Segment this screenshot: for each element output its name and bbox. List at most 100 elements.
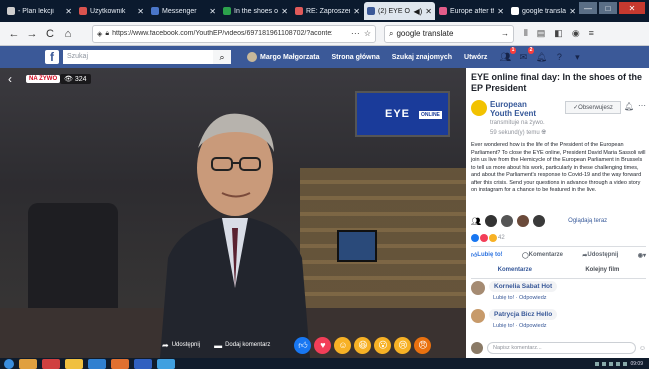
- close-tab-icon[interactable]: ✕: [425, 7, 432, 16]
- tray-icon[interactable]: [595, 361, 600, 366]
- share-button[interactable]: ➦ Udostępnij: [162, 341, 200, 350]
- tab-comments[interactable]: Komentarze: [498, 267, 532, 273]
- haha-reaction-icon[interactable]: 😆︎: [354, 336, 372, 354]
- reload-icon[interactable]: C: [42, 28, 58, 40]
- search-go-icon[interactable]: →: [501, 29, 509, 38]
- messenger-icon[interactable]: ✉ 2: [517, 47, 535, 63]
- like-button[interactable]: 👍︎ Lubię to!: [471, 251, 503, 259]
- audience-selector[interactable]: ◉▾: [638, 251, 646, 259]
- facebook-search-input[interactable]: Szukaj: [63, 50, 213, 64]
- help-icon[interactable]: ?: [553, 51, 565, 63]
- browser-tab[interactable]: google translate✕: [508, 2, 579, 20]
- close-tab-icon[interactable]: ✕: [209, 7, 216, 16]
- forward-arrow-icon[interactable]: →: [24, 28, 40, 40]
- avatar[interactable]: [500, 214, 515, 228]
- comment-like-link[interactable]: Lubię to!: [493, 323, 514, 329]
- minimize-icon[interactable]: —: [579, 2, 597, 14]
- close-tab-icon[interactable]: ✕: [65, 7, 72, 16]
- back-arrow-icon[interactable]: ‹: [8, 72, 12, 86]
- start-button-icon[interactable]: [4, 358, 14, 369]
- like-reaction-icon[interactable]: 👍︎: [294, 336, 312, 354]
- tray-icon[interactable]: [623, 361, 628, 366]
- page-actions-icon[interactable]: ⋯: [351, 28, 360, 39]
- comment-like-link[interactable]: Lubię to!: [493, 295, 514, 301]
- back-arrow-icon[interactable]: ←: [6, 28, 22, 40]
- dropdown-icon[interactable]: ▾: [571, 51, 583, 63]
- tab-next-video[interactable]: Kolejny film: [585, 267, 619, 273]
- avatar[interactable]: [471, 309, 485, 323]
- close-tab-icon[interactable]: ✕: [569, 7, 576, 16]
- home-icon[interactable]: ⌂: [60, 28, 76, 40]
- page-name-link[interactable]: European Youth Event: [490, 100, 542, 118]
- avatar[interactable]: [471, 281, 485, 295]
- taskbar-app-icon[interactable]: [157, 358, 175, 369]
- reader-icon[interactable]: ▤: [537, 28, 546, 39]
- more-options-icon[interactable]: ⋯: [638, 101, 646, 110]
- comment-author[interactable]: Kornelia Sabat Hot: [489, 281, 558, 292]
- taskbar-app-icon[interactable]: [88, 358, 106, 369]
- close-window-icon[interactable]: ✕: [619, 2, 645, 14]
- close-tab-icon[interactable]: ✕: [137, 7, 144, 16]
- close-tab-icon[interactable]: ✕: [353, 7, 360, 16]
- speaker-icon[interactable]: ◀): [413, 7, 422, 16]
- close-tab-icon[interactable]: ✕: [281, 7, 288, 16]
- comment-reply-link[interactable]: Odpowiedz: [519, 295, 547, 301]
- taskbar-app-icon[interactable]: [134, 358, 152, 369]
- tab-title: Użytkownik: [90, 7, 126, 15]
- reaction-summary[interactable]: 42: [471, 234, 505, 242]
- taskbar-app-icon[interactable]: [19, 358, 37, 369]
- follow-button[interactable]: ✓ Obserwujesz: [565, 101, 621, 114]
- taskbar-app-icon[interactable]: [42, 358, 60, 369]
- comment-author[interactable]: Patrycja Bicz Hello: [489, 309, 558, 320]
- sad-reaction-icon[interactable]: 😢︎: [394, 336, 412, 354]
- share-button[interactable]: ➦ Udostępnij: [582, 251, 618, 259]
- browser-tab[interactable]: - Plan lekcji ✕: [4, 2, 75, 20]
- browser-tab[interactable]: Europe after this✕: [436, 2, 507, 20]
- watching-now-link[interactable]: Oglądają teraz: [568, 218, 607, 224]
- avatar[interactable]: [484, 214, 499, 228]
- search-icon[interactable]: ⌕: [213, 50, 231, 64]
- browser-tab[interactable]: RE: Zaproszenie✕: [292, 2, 363, 20]
- friends-icon[interactable]: 👥︎ 1: [499, 47, 517, 63]
- add-comment-button[interactable]: ▬ Dodaj komentarz: [214, 341, 270, 350]
- care-reaction-icon[interactable]: ☺: [334, 336, 352, 354]
- angry-reaction-icon[interactable]: 😠︎: [414, 336, 432, 354]
- nav-find-friends[interactable]: Szukaj znajomych: [392, 54, 452, 61]
- profile-link[interactable]: Margo Małgorzata: [247, 52, 320, 62]
- taskbar-app-icon[interactable]: [111, 358, 129, 369]
- browser-tab-active[interactable]: (2) EYE Onli◀)✕: [364, 2, 435, 20]
- facebook-logo-icon[interactable]: f: [45, 50, 59, 64]
- library-icon[interactable]: ⫴: [524, 28, 528, 39]
- tray-icon[interactable]: [609, 361, 614, 366]
- close-tab-icon[interactable]: ✕: [497, 7, 504, 16]
- account-icon[interactable]: ◉: [572, 28, 580, 39]
- tray-icon[interactable]: [602, 361, 607, 366]
- clock[interactable]: 09:09: [630, 361, 643, 367]
- search-input[interactable]: ⌕ google translate →: [384, 24, 514, 43]
- page-avatar[interactable]: [471, 100, 487, 116]
- bell-icon[interactable]: 🔔︎: [624, 102, 634, 111]
- post-time[interactable]: 59 sekund(y) temu 🌐︎: [490, 130, 546, 137]
- wow-reaction-icon[interactable]: 😮︎: [374, 336, 392, 354]
- browser-tab[interactable]: Użytkownik ✕: [76, 2, 147, 20]
- tray-icon[interactable]: [616, 361, 621, 366]
- menu-icon[interactable]: ≡: [589, 28, 594, 39]
- nav-home[interactable]: Strona główna: [332, 54, 380, 61]
- love-reaction-icon[interactable]: ♥: [314, 336, 332, 354]
- comment-reply-link[interactable]: Odpowiedz: [519, 323, 547, 329]
- avatar[interactable]: [516, 214, 531, 228]
- browser-tab[interactable]: Messenger ✕: [148, 2, 219, 20]
- browser-tab[interactable]: In the shoes of ✕: [220, 2, 291, 20]
- address-bar[interactable]: ◈ 🔒︎ https://www.facebook.com/YouthEP/vi…: [92, 24, 376, 43]
- taskbar-app-icon[interactable]: [65, 358, 83, 369]
- comment-input[interactable]: Napisz komentarz...: [487, 342, 636, 354]
- live-video-player[interactable]: EYE ONLINE ‹ NA ŻYWO 👁︎ 324 ➦ Udostępnij …: [0, 68, 466, 358]
- notifications-icon[interactable]: 🔔︎: [535, 51, 547, 63]
- maximize-icon[interactable]: □: [599, 2, 617, 14]
- avatar[interactable]: [532, 214, 547, 228]
- sidebar-icon[interactable]: ◧: [554, 28, 563, 39]
- comment-button[interactable]: ◯ Komentarze: [522, 251, 563, 259]
- emoji-icon[interactable]: ☺: [639, 345, 646, 352]
- nav-create[interactable]: Utwórz: [464, 54, 487, 61]
- star-icon[interactable]: ☆: [364, 29, 371, 38]
